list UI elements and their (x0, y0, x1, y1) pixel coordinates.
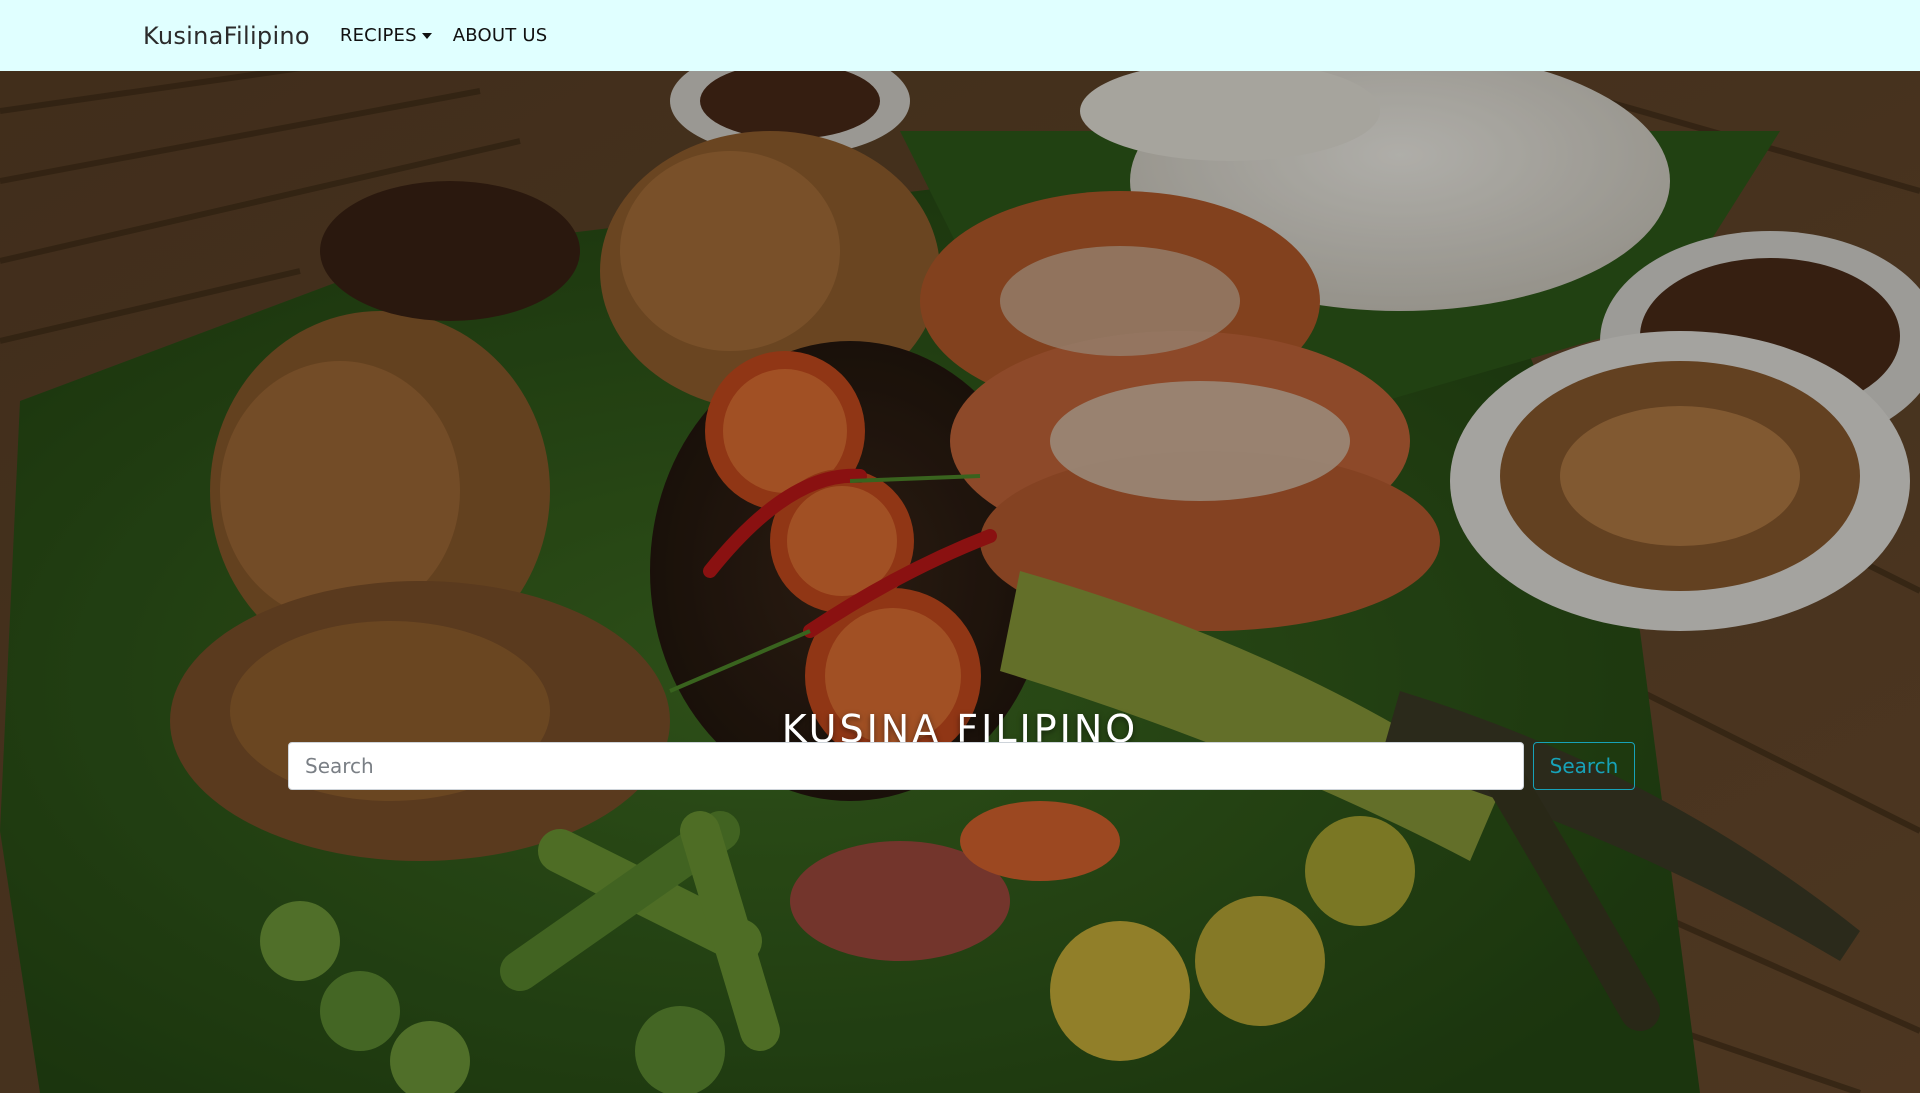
search-button[interactable]: Search (1533, 742, 1635, 790)
brand-logo-link[interactable]: KusinaFilipino (143, 22, 310, 50)
top-navbar: KusinaFilipino RECIPES ABOUT US (0, 0, 1920, 71)
nav-recipes-dropdown[interactable]: RECIPES (340, 25, 432, 46)
hero-dark-overlay (0, 71, 1920, 1093)
nav-about-us[interactable]: ABOUT US (453, 25, 548, 46)
search-input[interactable] (288, 742, 1524, 790)
hero-section: KUSINA FILIPINO We Serve Passion and Ded… (0, 71, 1920, 1093)
caret-down-icon (421, 33, 432, 39)
nav-about-us-label: ABOUT US (452, 25, 548, 46)
nav-recipes-label: RECIPES (339, 25, 417, 46)
